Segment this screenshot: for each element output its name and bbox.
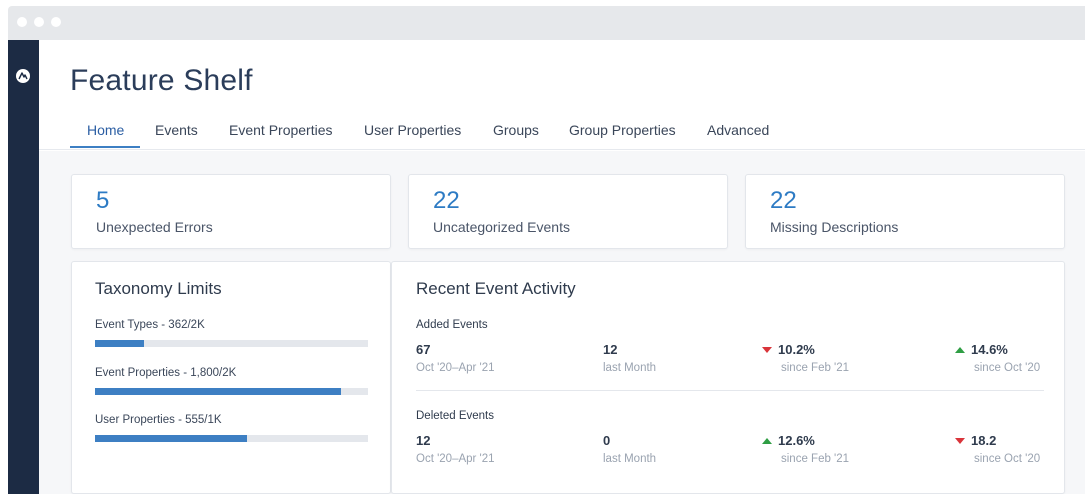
metric-caption: last Month	[603, 453, 657, 465]
metric-deleted-last-month: 0 last Month	[603, 433, 656, 465]
metric-added-since-oct: 14.6% since Oct '20	[955, 342, 1040, 374]
metric-caption: since Oct '20	[974, 362, 1041, 374]
metric-deleted-since-oct: 18.2 since Oct '20	[955, 433, 1040, 465]
limit-bar-fill	[95, 388, 341, 395]
stat-label: Unexpected Errors	[96, 219, 213, 235]
stat-label: Missing Descriptions	[770, 219, 899, 235]
metric-value: 12	[603, 342, 618, 357]
metric-added-since-feb: 10.2% since Feb '21	[762, 342, 849, 374]
metric-caption: since Oct '20	[974, 453, 1041, 465]
metric-caption: since Feb '21	[781, 453, 850, 465]
metric-added-total: 67 Oct '20–Apr '21	[416, 342, 495, 374]
metric-value: 10.2%	[762, 342, 849, 357]
tab-bar: Home Events Event Properties User Proper…	[39, 112, 1085, 150]
limit-bar-event-types	[95, 340, 368, 347]
limit-bar-fill	[95, 435, 247, 442]
metric-value: 18.2	[955, 433, 1040, 448]
limit-label-user-properties: User Properties - 555/1K	[95, 414, 222, 426]
metric-caption: last Month	[603, 362, 657, 374]
divider	[416, 390, 1044, 391]
stat-card-uncategorized-events[interactable]: 22 Uncategorized Events	[408, 174, 728, 249]
added-events-title: Added Events	[416, 319, 488, 331]
tab-user-properties[interactable]: User Properties	[364, 122, 461, 138]
content-area: 5 Unexpected Errors 22 Uncategorized Eve…	[39, 151, 1085, 494]
metric-caption: Oct '20–Apr '21	[416, 453, 495, 465]
limit-bar-event-properties	[95, 388, 368, 395]
deleted-events-title: Deleted Events	[416, 410, 494, 422]
metric-deleted-total: 12 Oct '20–Apr '21	[416, 433, 495, 465]
metric-value: 0	[603, 433, 611, 448]
metric-caption: since Feb '21	[781, 362, 850, 374]
metric-value: 14.6%	[955, 342, 1040, 357]
tab-events[interactable]: Events	[155, 122, 198, 138]
window-dot-maximize[interactable]	[51, 17, 61, 27]
app-window: Feature Shelf Home Events Event Properti…	[8, 40, 1085, 494]
tab-groups[interactable]: Groups	[493, 122, 539, 138]
section-title: Taxonomy Limits	[95, 279, 222, 298]
trend-up-icon	[762, 437, 772, 444]
metric-deleted-since-feb: 12.6% since Feb '21	[762, 433, 849, 465]
metric-caption: Oct '20–Apr '21	[416, 362, 495, 374]
stat-value: 22	[433, 187, 460, 214]
limit-label-event-properties: Event Properties - 1,800/2K	[95, 367, 237, 379]
tab-advanced[interactable]: Advanced	[707, 122, 769, 138]
window-title-bar	[8, 6, 1085, 40]
stat-card-unexpected-errors[interactable]: 5 Unexpected Errors	[71, 174, 391, 249]
recent-event-activity-card: Recent Event Activity Added Events 67 Oc…	[391, 261, 1065, 494]
stat-value: 22	[770, 187, 797, 214]
tab-event-properties[interactable]: Event Properties	[229, 122, 333, 138]
limit-label-event-types: Event Types - 362/2K	[95, 319, 205, 331]
trend-down-icon	[955, 437, 965, 444]
limit-bar-user-properties	[95, 435, 368, 442]
trend-up-icon	[955, 346, 965, 353]
trend-down-icon	[762, 346, 772, 353]
window-dot-minimize[interactable]	[34, 17, 44, 27]
metric-value: 12	[416, 433, 431, 448]
window-dot-close[interactable]	[17, 17, 27, 27]
section-title: Recent Event Activity	[416, 279, 576, 298]
metric-added-last-month: 12 last Month	[603, 342, 656, 374]
sidebar	[8, 40, 39, 494]
active-tab-indicator	[70, 146, 140, 148]
metric-value: 67	[416, 342, 431, 357]
metric-value: 12.6%	[762, 433, 849, 448]
app-logo-icon[interactable]	[16, 69, 30, 83]
stat-label: Uncategorized Events	[433, 219, 570, 235]
tab-group-properties[interactable]: Group Properties	[569, 122, 676, 138]
tab-home[interactable]: Home	[87, 122, 124, 138]
stat-card-missing-descriptions[interactable]: 22 Missing Descriptions	[745, 174, 1065, 249]
stat-value: 5	[96, 187, 110, 214]
page-title: Feature Shelf	[70, 64, 253, 97]
taxonomy-limits-card: Taxonomy Limits Event Types - 362/2K Eve…	[71, 261, 391, 494]
limit-bar-fill	[95, 340, 145, 347]
